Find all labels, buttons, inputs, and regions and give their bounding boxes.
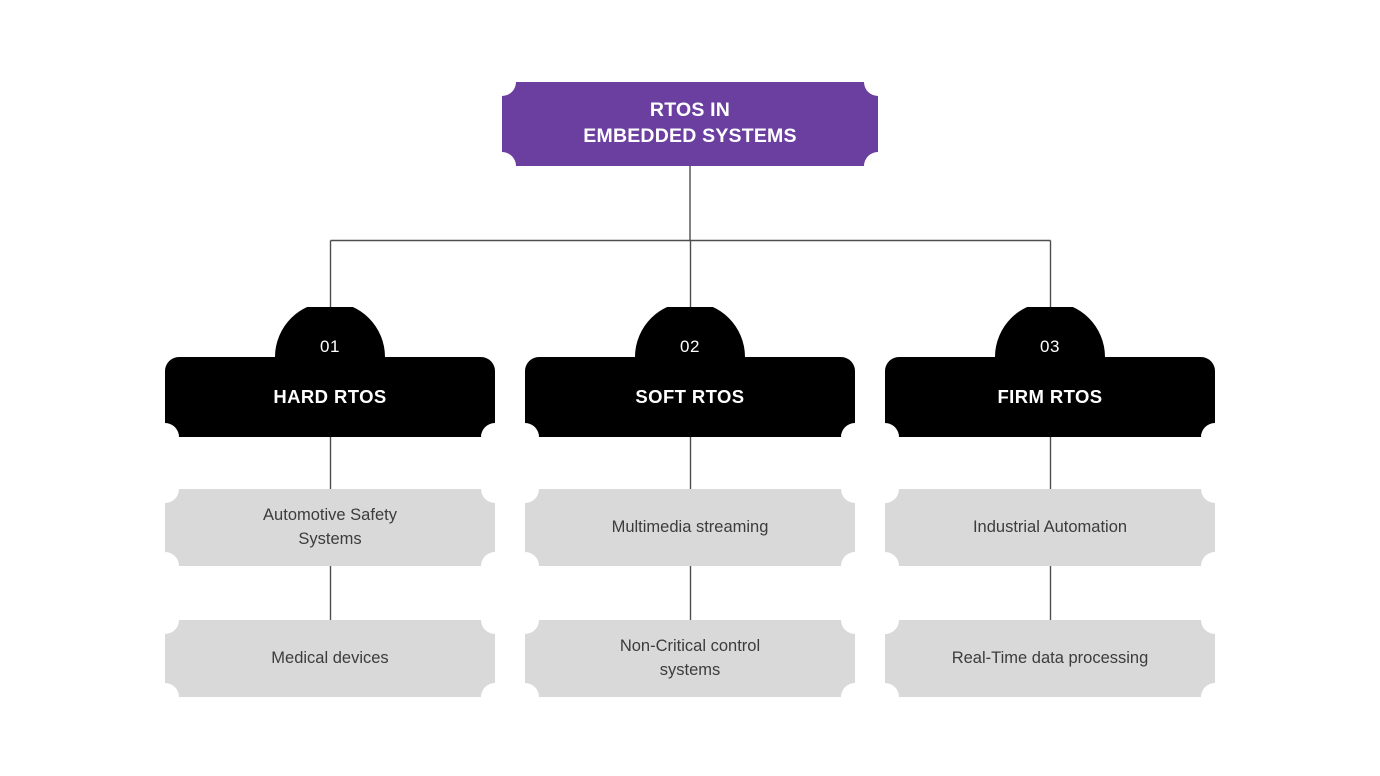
branch-node-label: FIRM RTOS — [997, 386, 1103, 407]
branch-node-firm-rtos[interactable]: 03 FIRM RTOS — [885, 307, 1215, 437]
leaf-node-shape — [165, 620, 495, 697]
branch-node-number: 03 — [1040, 337, 1060, 356]
leaf-node-non-critical-control-systems[interactable]: Non-Critical control systems — [525, 620, 855, 697]
leaf-node-multimedia-streaming[interactable]: Multimedia streaming — [525, 489, 855, 566]
branch-node-number: 01 — [320, 337, 340, 356]
diagram-canvas: RTOS IN EMBEDDED SYSTEMS 01 HARD RTOS 02… — [0, 0, 1380, 776]
branch-node-label: HARD RTOS — [273, 386, 387, 407]
leaf-node-real-time-data-processing[interactable]: Real-Time data processing — [885, 620, 1215, 697]
leaf-node-automotive-safety-systems[interactable]: Automotive Safety Systems — [165, 489, 495, 566]
root-node-rtos-in-embedded-systems[interactable]: RTOS IN EMBEDDED SYSTEMS — [502, 82, 878, 166]
root-node-shape — [502, 82, 878, 166]
leaf-node-shape — [885, 489, 1215, 566]
branch-node-number: 02 — [680, 337, 700, 356]
leaf-node-shape — [165, 489, 495, 566]
leaf-node-industrial-automation[interactable]: Industrial Automation — [885, 489, 1215, 566]
leaf-node-shape — [525, 620, 855, 697]
leaf-node-shape — [885, 620, 1215, 697]
branch-node-label: SOFT RTOS — [635, 386, 745, 407]
branch-node-hard-rtos[interactable]: 01 HARD RTOS — [165, 307, 495, 437]
leaf-node-shape — [525, 489, 855, 566]
branch-node-soft-rtos[interactable]: 02 SOFT RTOS — [525, 307, 855, 437]
leaf-node-medical-devices[interactable]: Medical devices — [165, 620, 495, 697]
